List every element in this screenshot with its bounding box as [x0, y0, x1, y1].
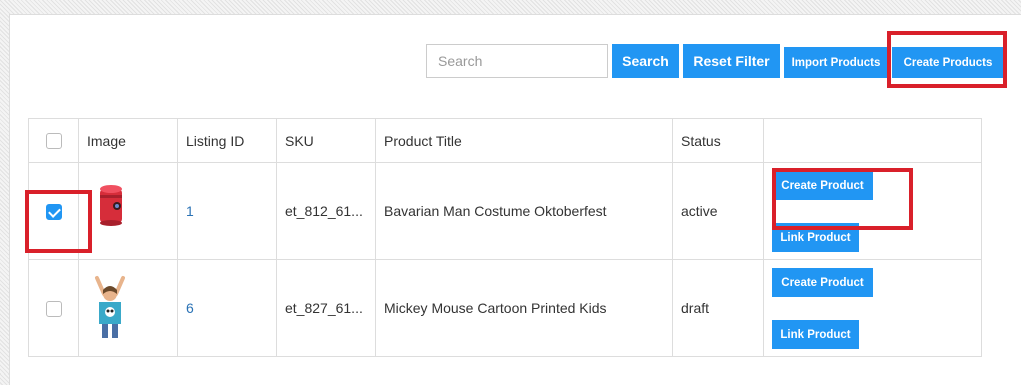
create-product-button[interactable]: Create Product — [772, 268, 873, 297]
header-select-all[interactable] — [28, 118, 79, 163]
link-product-button[interactable]: Link Product — [772, 320, 859, 349]
product-title-cell: Mickey Mouse Cartoon Printed Kids — [375, 259, 673, 357]
search-input[interactable] — [426, 44, 608, 78]
create-product-button[interactable]: Create Product — [772, 171, 873, 200]
listing-id-link[interactable]: 1 — [186, 203, 194, 219]
link-product-button[interactable]: Link Product — [772, 223, 859, 252]
select-all-checkbox[interactable] — [45, 133, 62, 150]
create-products-button[interactable]: Create Products — [892, 47, 1004, 78]
row-checkbox[interactable] — [45, 203, 62, 220]
sku-cell: et_827_61... — [276, 259, 376, 357]
search-button[interactable]: Search — [612, 44, 679, 78]
reset-filter-button[interactable]: Reset Filter — [683, 44, 780, 78]
listing-id-cell: 6 — [177, 259, 277, 357]
status-cell: active — [672, 162, 764, 260]
listing-id-link[interactable]: 6 — [186, 300, 194, 316]
product-image-cell — [78, 162, 178, 260]
actions-cell: Create Product Link Product — [763, 162, 982, 260]
row-select-cell[interactable] — [28, 259, 79, 357]
row-select-cell[interactable] — [28, 162, 79, 260]
table-row: 1 et_812_61... Bavarian Man Costume Okto… — [28, 162, 982, 260]
header-listing-id: Listing ID — [177, 118, 277, 163]
table-header-row: Image Listing ID SKU Product Title Statu… — [28, 118, 982, 163]
actions-cell: Create Product Link Product — [763, 259, 982, 357]
table-row: 6 et_827_61... Mickey Mouse Cartoon Prin… — [28, 259, 982, 357]
header-actions — [763, 118, 982, 163]
product-title-cell: Bavarian Man Costume Oktoberfest — [375, 162, 673, 260]
import-products-button[interactable]: Import Products — [784, 47, 888, 78]
kids-mickey-tshirt-icon — [95, 276, 125, 338]
row-checkbox[interactable] — [45, 300, 62, 317]
header-sku: SKU — [276, 118, 376, 163]
status-cell: draft — [672, 259, 764, 357]
header-image: Image — [78, 118, 178, 163]
listing-id-cell: 1 — [177, 162, 277, 260]
sku-cell: et_812_61... — [276, 162, 376, 260]
product-image-cell — [78, 259, 178, 357]
header-product-title: Product Title — [375, 118, 673, 163]
header-status: Status — [672, 118, 764, 163]
products-table: Image Listing ID SKU Product Title Statu… — [28, 118, 982, 357]
red-mini-projector-icon — [100, 185, 122, 226]
